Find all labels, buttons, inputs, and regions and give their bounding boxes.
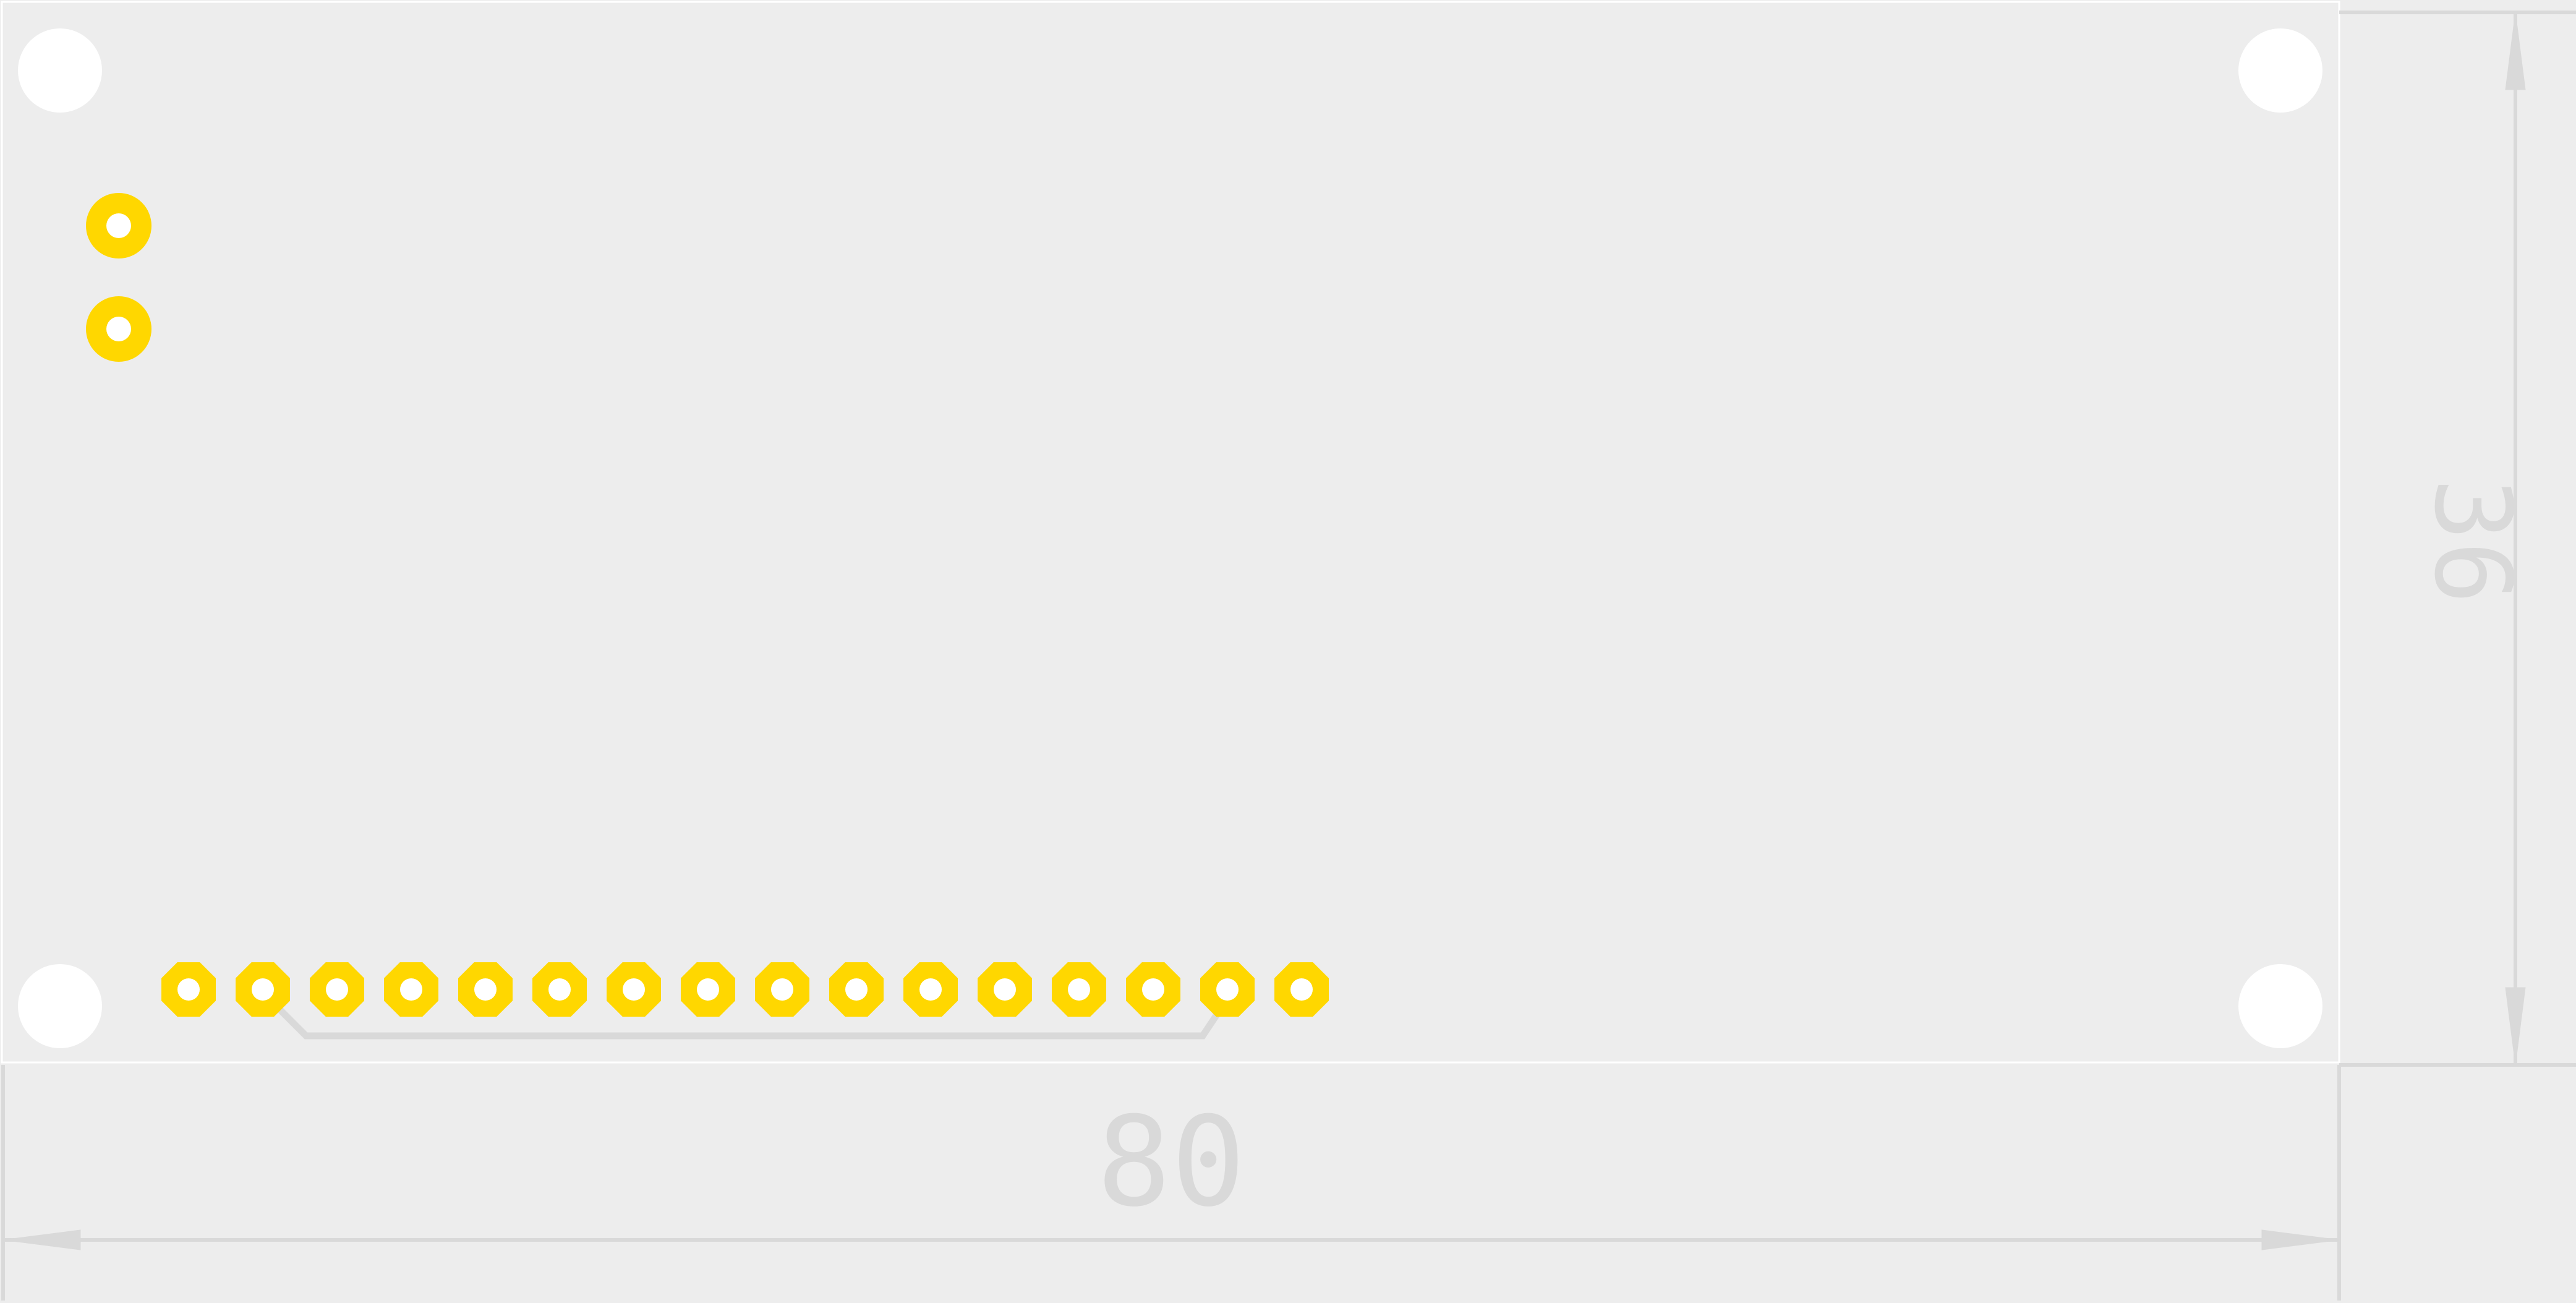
pad-icon xyxy=(681,962,735,1017)
pcb-canvas: 36 80 xyxy=(1,1,2576,1301)
pad-icon xyxy=(161,962,216,1017)
pad-icon xyxy=(310,962,364,1017)
pad-icon xyxy=(607,962,661,1017)
mounting-hole-icon xyxy=(2238,28,2322,113)
arrowhead-icon xyxy=(2505,987,2526,1066)
pad-icon xyxy=(1200,962,1255,1017)
pad-icon xyxy=(532,962,587,1017)
height-dimension-label: 36 xyxy=(2411,478,2533,605)
pad-icon xyxy=(1052,962,1106,1017)
pad-icon xyxy=(755,962,809,1017)
pad-icon xyxy=(903,962,958,1017)
width-dimension: 80 xyxy=(1,1065,2341,1301)
height-dimension: 36 xyxy=(2339,11,2576,1067)
pad-icon xyxy=(1274,962,1329,1017)
pad-icon xyxy=(236,962,290,1017)
board-area xyxy=(1,1,2340,1064)
pad-icon xyxy=(384,962,438,1017)
arrowhead-icon xyxy=(2,1229,81,1250)
width-dimension-label: 80 xyxy=(1097,1090,1246,1234)
mounting-hole-icon xyxy=(18,28,102,113)
pad-icon xyxy=(978,962,1032,1017)
pad-icon xyxy=(1126,962,1180,1017)
arrowhead-icon xyxy=(2261,1229,2340,1250)
pad-icon xyxy=(829,962,884,1017)
pad-icon xyxy=(458,962,513,1017)
pcb-layout-viewer: 36 80 xyxy=(0,0,2576,1301)
mounting-hole-icon xyxy=(2238,964,2322,1048)
arrowhead-icon xyxy=(2505,12,2526,90)
pad-icon xyxy=(86,296,151,362)
pad-icon xyxy=(86,193,151,258)
mounting-hole-icon xyxy=(18,964,102,1048)
